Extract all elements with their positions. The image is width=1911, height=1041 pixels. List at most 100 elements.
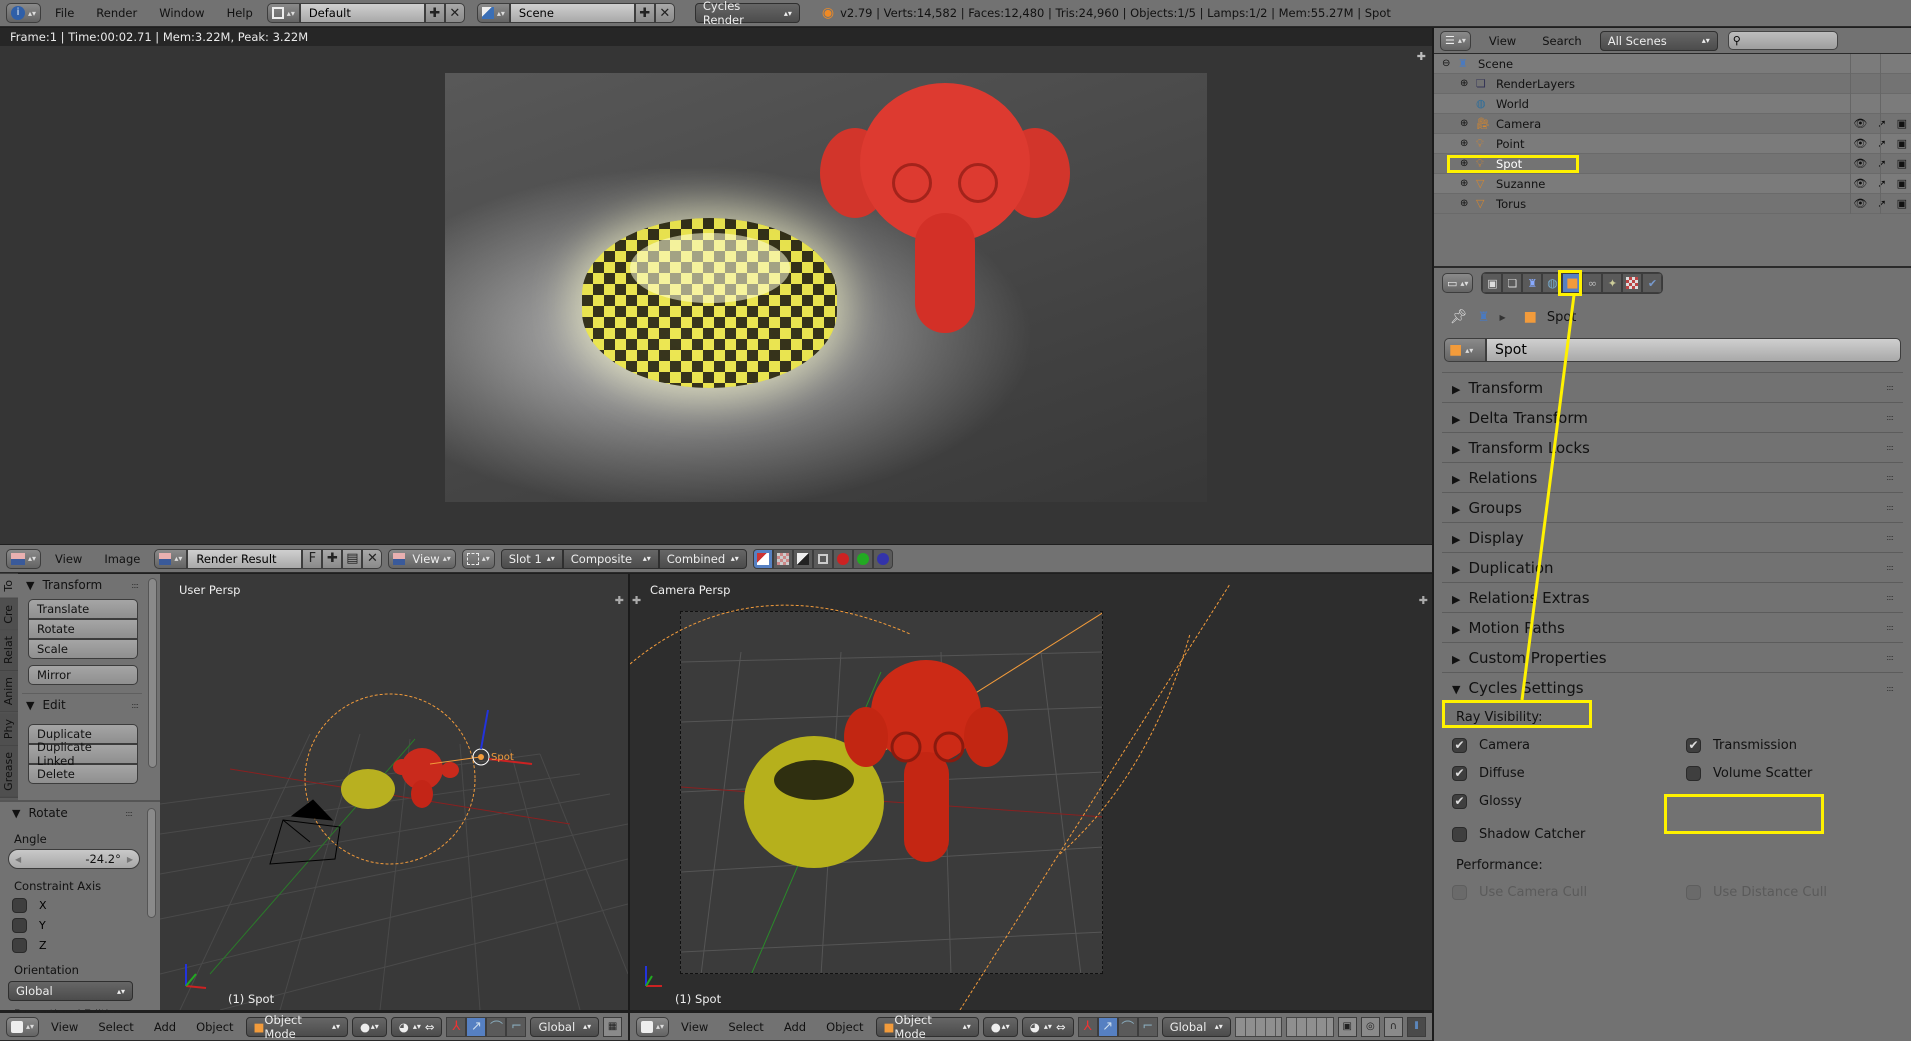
panel-transform-locks[interactable]: ▶ Transform Locks:::: bbox=[1442, 432, 1903, 462]
outliner-search-field[interactable]: ⚲ bbox=[1727, 31, 1838, 50]
checkbox[interactable]: ✔ bbox=[1452, 737, 1467, 753]
outliner-item-renderlayers[interactable]: ⊕ ❏ RenderLayers bbox=[1434, 74, 1911, 94]
tab-physics[interactable]: Phy bbox=[0, 712, 18, 746]
rotate-manipulator[interactable]: ⌒ bbox=[1117, 1016, 1138, 1037]
panel-motion-paths[interactable]: ▶ Motion Paths:::: bbox=[1442, 612, 1903, 642]
green-channel-button[interactable] bbox=[852, 548, 873, 569]
object-browse-button[interactable]: ■ ▴▾ bbox=[1444, 338, 1486, 362]
translate-button[interactable]: Translate bbox=[28, 599, 138, 619]
layer-dropdown[interactable]: Composite ▴▾ bbox=[562, 548, 659, 569]
editor-type-button[interactable]: ▴▾ bbox=[6, 548, 42, 569]
outliner-item-torus[interactable]: ⊕ ▽ Torus 👁︎ ➚ ▣ bbox=[1434, 194, 1911, 214]
menu-add[interactable]: Add bbox=[776, 1020, 814, 1034]
menu-view[interactable]: View bbox=[43, 1020, 86, 1034]
panel-custom-properties[interactable]: ▶ Custom Properties:::: bbox=[1442, 642, 1903, 672]
shading-dropdown[interactable]: ● ▴▾ bbox=[982, 1016, 1018, 1037]
image-name-field[interactable]: Render Result bbox=[187, 548, 303, 569]
outliner-item-label[interactable]: Suzanne bbox=[1496, 177, 1545, 191]
translate-manipulator[interactable]: ↗ bbox=[1097, 1016, 1118, 1037]
orientation-dropdown[interactable]: Global ▴▾ bbox=[8, 981, 133, 1001]
pivot-dropdown[interactable]: ▴▾ bbox=[461, 548, 495, 569]
checkbox[interactable]: ✔ bbox=[1452, 765, 1467, 781]
grip-icon[interactable]: :::: bbox=[1886, 563, 1894, 572]
checkbox[interactable]: ✔ bbox=[1452, 793, 1467, 809]
tab-animation[interactable]: Anim bbox=[0, 671, 18, 713]
tab-physics[interactable]: ✔ bbox=[1642, 273, 1663, 293]
checkbox[interactable] bbox=[12, 917, 27, 933]
expand-region-button[interactable]: ✚ bbox=[1419, 594, 1428, 607]
expand-region-button[interactable]: ✚ bbox=[1417, 50, 1426, 63]
pivot-dropdown[interactable]: ◕ ▴▾ ⇔ bbox=[390, 1016, 443, 1037]
outliner-item-scene[interactable]: ⊖ ♜ Scene bbox=[1434, 54, 1911, 74]
outliner-item-point[interactable]: ⊕ 💡︎ Point 👁︎ ➚ ▣ bbox=[1434, 134, 1911, 154]
pivot-dropdown[interactable]: ◕ ▴▾ ⇔ bbox=[1021, 1016, 1074, 1037]
rotate-button[interactable]: Rotate bbox=[28, 619, 138, 639]
menu-view[interactable]: View bbox=[47, 552, 90, 566]
menu-select[interactable]: Select bbox=[720, 1020, 771, 1034]
distance-cull-checkbox[interactable]: Use Distance Cull bbox=[1686, 879, 1827, 905]
alpha-button[interactable] bbox=[792, 548, 813, 569]
slot-dropdown[interactable]: Slot 1 ▴▾ bbox=[500, 548, 563, 569]
grip-icon[interactable]: :::: bbox=[1886, 593, 1894, 602]
unlink-image-button[interactable]: ✕ bbox=[362, 548, 383, 569]
duplicate-linked-button[interactable]: Duplicate Linked bbox=[28, 740, 138, 768]
new-image-button[interactable]: ✚ bbox=[322, 548, 343, 569]
volume-scatter-visibility-checkbox[interactable]: Volume Scatter bbox=[1686, 759, 1812, 787]
tab-render-layers[interactable]: ❏ bbox=[1502, 273, 1523, 293]
proportional-edit-button[interactable]: ◎ bbox=[1360, 1016, 1380, 1037]
outliner-item-label[interactable]: Point bbox=[1496, 137, 1525, 151]
camera-cull-checkbox[interactable]: Use Camera Cull bbox=[1452, 879, 1686, 905]
checkbox[interactable] bbox=[12, 897, 27, 913]
scene-name-field[interactable]: Scene bbox=[509, 3, 635, 23]
outliner-item-label[interactable]: Camera bbox=[1496, 117, 1541, 131]
menu-select[interactable]: Select bbox=[90, 1020, 141, 1034]
panel-display[interactable]: ▶ Display:::: bbox=[1442, 522, 1903, 552]
scene-browse-button[interactable]: ▴▾ bbox=[476, 3, 510, 23]
scale-button[interactable]: Scale bbox=[28, 639, 138, 659]
transform-orientation-dropdown[interactable]: Global ▴▾ bbox=[1161, 1016, 1231, 1037]
expand-icon[interactable]: ⊕ bbox=[1460, 118, 1472, 129]
tab-constraints[interactable]: ∞ bbox=[1582, 273, 1603, 293]
add-layout-button[interactable]: ✚ bbox=[424, 3, 445, 23]
zbuffer-button[interactable] bbox=[812, 548, 833, 569]
panel-duplication[interactable]: ▶ Duplication:::: bbox=[1442, 552, 1903, 582]
grip-icon[interactable]: :::: bbox=[131, 701, 139, 710]
transform-orientation-dropdown[interactable]: Global ▴▾ bbox=[530, 1016, 600, 1037]
outliner-item-world[interactable]: ⊕◍World bbox=[1434, 94, 1911, 114]
render-camera-icon[interactable]: ▣ bbox=[1897, 177, 1907, 190]
panel-relations-extras[interactable]: ▶ Relations Extras:::: bbox=[1442, 582, 1903, 612]
expand-region-button[interactable]: ✚ bbox=[615, 594, 624, 607]
editor-type-button[interactable]: i ▴▾ bbox=[6, 3, 42, 23]
angle-field[interactable]: ◀ -24.2° ▶ bbox=[8, 849, 140, 869]
eye-icon[interactable]: 👁︎ bbox=[1853, 177, 1867, 190]
editor-type-button[interactable]: ☰ ▴▾ bbox=[1440, 30, 1471, 51]
camera-visibility-checkbox[interactable]: ✔ Camera bbox=[1452, 731, 1686, 759]
manipulator-toggle[interactable]: ⅄ bbox=[1077, 1016, 1098, 1037]
image-browse-button[interactable]: ▴▾ bbox=[154, 548, 188, 569]
delete-layout-button[interactable]: ✕ bbox=[444, 3, 465, 23]
pass-dropdown[interactable]: Combined ▴▾ bbox=[658, 548, 747, 569]
snap-element-button[interactable]: ⫴ bbox=[1406, 1016, 1426, 1037]
menu-object[interactable]: Object bbox=[188, 1020, 241, 1034]
axis-z-checkbox[interactable]: Z bbox=[0, 935, 160, 955]
grip-icon[interactable]: :::: bbox=[1886, 653, 1894, 662]
expand-toolshelf-button[interactable]: ✚ bbox=[632, 594, 641, 607]
red-channel-button[interactable] bbox=[832, 548, 853, 569]
checkbox[interactable] bbox=[1452, 884, 1467, 900]
blue-channel-button[interactable] bbox=[872, 548, 893, 569]
panel-transform[interactable]: ▶ Transform:::: bbox=[1442, 372, 1903, 402]
expand-icon[interactable]: ⊕ bbox=[1460, 138, 1472, 149]
operator-scrollbar[interactable] bbox=[147, 808, 156, 918]
render-camera-icon[interactable]: ▣ bbox=[1897, 117, 1907, 130]
lock-camera-button[interactable]: ▣ bbox=[1337, 1016, 1357, 1037]
select-cursor-icon[interactable]: ➚ bbox=[1877, 177, 1886, 190]
viewport-camera-persp[interactable]: Camera Persp (1) Spot ✚ ✚ bbox=[630, 574, 1432, 1010]
rotate-operator-header[interactable]: ▼ Rotate:::: bbox=[0, 802, 160, 824]
grip-icon[interactable]: :::: bbox=[125, 809, 133, 818]
checkbox[interactable] bbox=[1686, 765, 1701, 781]
glossy-visibility-checkbox[interactable]: ✔ Glossy bbox=[1452, 787, 1686, 815]
menu-view[interactable]: View bbox=[673, 1020, 716, 1034]
menu-view[interactable]: View bbox=[1481, 34, 1524, 48]
axis-x-checkbox[interactable]: X bbox=[0, 895, 160, 915]
expand-icon[interactable]: ⊕ bbox=[1460, 198, 1472, 209]
